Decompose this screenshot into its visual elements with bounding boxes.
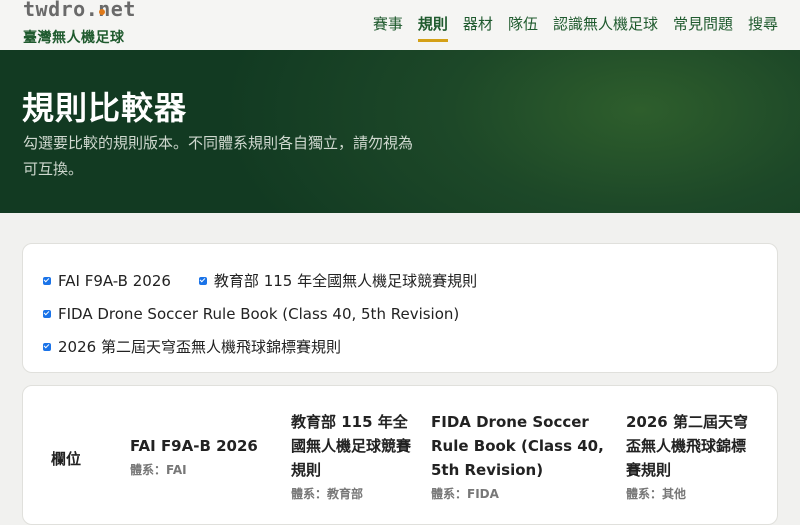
- field-column-header: 欄位: [51, 450, 82, 468]
- hero-banner: 規則比較器 勾選要比較的規則版本。不同體系規則各自獨立，請勿視為可互換。: [0, 50, 800, 213]
- column-title: FIDA Drone Soccer Rule Book (Class 40, 5…: [431, 413, 604, 479]
- rule-options-row: 2026 第二屆天穹盃無人機飛球錦標賽規則: [43, 330, 757, 363]
- page-title: 規則比較器: [22, 89, 188, 127]
- column-system: 體系：FIDA: [431, 487, 499, 501]
- column-header-moe: 教育部 115 年全國無人機足球競賽規則 體系：教育部: [291, 410, 416, 502]
- column-header-tianqiong: 2026 第二屆天穹盃無人機飛球錦標賽規則 體系：其他: [626, 410, 756, 502]
- rule-options-row: FIDA Drone Soccer Rule Book (Class 40, 5…: [43, 297, 757, 330]
- page-description: 勾選要比較的規則版本。不同體系規則各自獨立，請勿視為可互換。: [23, 134, 414, 178]
- rule-options-row: FAI F9A-B 2026 教育部 115 年全國無人機足球競賽規則: [43, 264, 757, 297]
- brand-logo-text: twdro.net: [23, 0, 136, 21]
- column-system: 體系：其他: [626, 487, 687, 501]
- column-header-fida: FIDA Drone Soccer Rule Book (Class 40, 5…: [431, 410, 613, 502]
- nav-item-equipment[interactable]: 器材: [463, 13, 493, 42]
- rule-option-moe[interactable]: 教育部 115 年全國無人機足球競賽規則: [198, 270, 478, 291]
- main-nav: 賽事 規則 器材 隊伍 認識無人機足球 常見問題 搜尋: [373, 13, 778, 42]
- column-title: 教育部 115 年全國無人機足球競賽規則: [291, 413, 412, 479]
- rule-option-tianqiong[interactable]: 2026 第二屆天穹盃無人機飛球錦標賽規則: [43, 336, 341, 357]
- brand[interactable]: twdro.net 臺灣無人機足球: [23, 0, 136, 47]
- brand-logo[interactable]: twdro.net: [23, 0, 136, 20]
- nav-item-search[interactable]: 搜尋: [748, 13, 778, 42]
- column-title: 2026 第二屆天穹盃無人機飛球錦標賽規則: [626, 413, 748, 479]
- column-title: FAI F9A-B 2026: [130, 437, 258, 455]
- rule-option-label: 2026 第二屆天穹盃無人機飛球錦標賽規則: [58, 338, 341, 356]
- nav-item-about[interactable]: 認識無人機足球: [553, 13, 658, 42]
- top-bar: twdro.net 臺灣無人機足球 賽事 規則 器材 隊伍 認識無人機足球 常見…: [0, 0, 800, 50]
- checkbox-checked-icon[interactable]: [198, 276, 207, 285]
- checkbox-checked-icon[interactable]: [43, 276, 51, 285]
- checkbox-checked-icon[interactable]: [43, 342, 51, 351]
- rule-option-label: 教育部 115 年全國無人機足球競賽規則: [213, 272, 478, 290]
- column-system: 體系：教育部: [291, 487, 364, 501]
- rule-selector-card: FAI F9A-B 2026 教育部 115 年全國無人機足球競賽規則 FIDA…: [22, 243, 778, 373]
- checkbox-checked-icon[interactable]: [43, 309, 51, 318]
- rule-option-fida[interactable]: FIDA Drone Soccer Rule Book (Class 40, 5…: [43, 305, 459, 323]
- nav-item-events[interactable]: 賽事: [373, 13, 403, 42]
- nav-item-rules[interactable]: 規則: [417, 13, 448, 42]
- rule-option-label: FAI F9A-B 2026: [58, 271, 171, 290]
- nav-item-faq[interactable]: 常見問題: [673, 13, 733, 42]
- column-system: 體系：FAI: [130, 463, 187, 477]
- rule-option-fai[interactable]: FAI F9A-B 2026: [43, 272, 171, 290]
- brand-subtitle: 臺灣無人機足球: [23, 30, 125, 46]
- rule-option-label: FIDA Drone Soccer Rule Book (Class 40, 5…: [58, 304, 460, 323]
- column-header-fai: FAI F9A-B 2026 體系：FAI: [130, 434, 280, 478]
- nav-item-teams[interactable]: 隊伍: [508, 13, 538, 42]
- comparison-table: 欄位 FAI F9A-B 2026 體系：FAI 教育部 115 年全國無人機足…: [22, 385, 778, 525]
- logo-dot-icon: [99, 9, 105, 15]
